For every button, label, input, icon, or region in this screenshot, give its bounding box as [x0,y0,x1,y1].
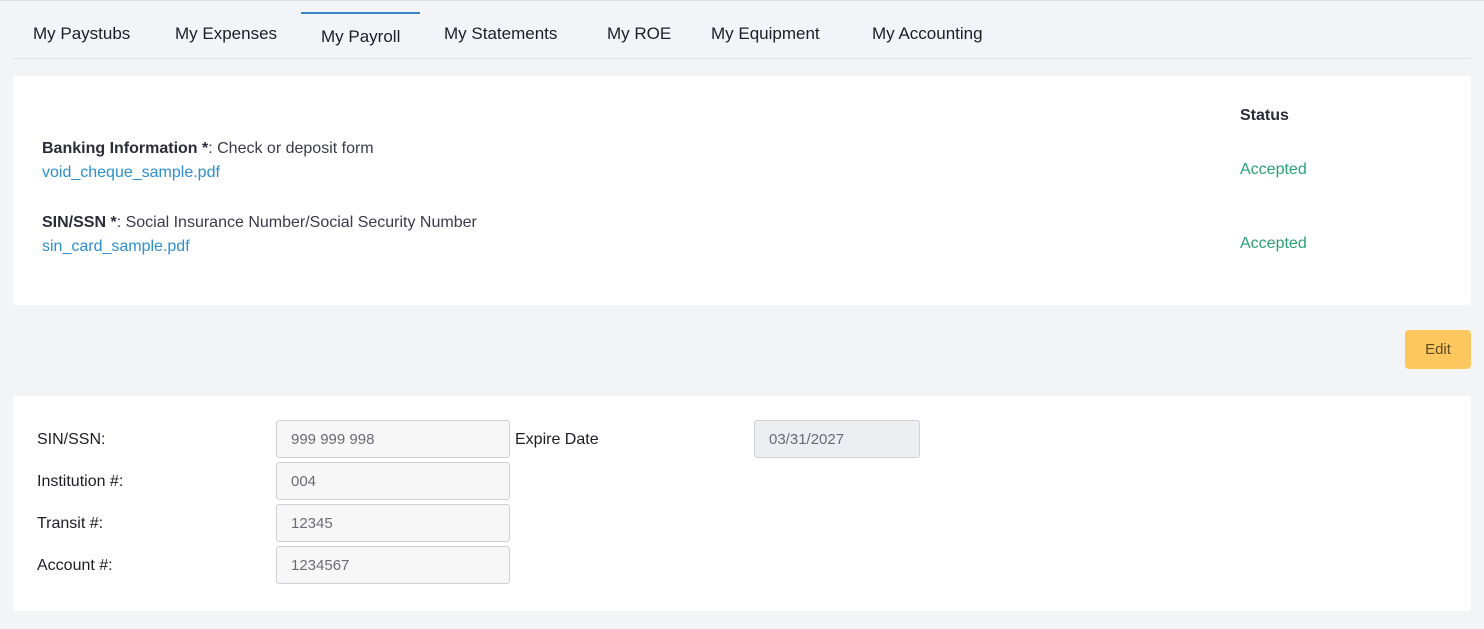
transit-input[interactable] [276,504,510,542]
tab-my-equipment[interactable]: My Equipment [711,12,820,58]
status-badge: Accepted [1240,161,1307,178]
account-label: Account #: [37,557,113,574]
edit-button[interactable]: Edit [1405,330,1471,369]
document-title: Banking Information *: Check or deposit … [42,140,374,158]
document-description: : Check or deposit form [208,140,374,157]
tab-bar: My Paystubs My Expenses My Payroll My St… [13,1,1471,59]
documents-card: Status Banking Information *: Check or d… [13,76,1471,305]
tab-my-roe[interactable]: My ROE [607,12,671,58]
document-row-sin: SIN/SSN *: Social Insurance Number/Socia… [42,214,477,256]
tab-my-expenses[interactable]: My Expenses [175,12,277,58]
document-row-banking: Banking Information *: Check or deposit … [42,140,374,182]
expire-date-label: Expire Date [515,431,599,448]
document-name: SIN/SSN * [42,214,117,231]
status-badge: Accepted [1240,235,1307,252]
tab-my-payroll[interactable]: My Payroll [301,12,421,58]
banking-form-card: SIN/SSN: Expire Date Institution #: Tran… [13,396,1471,611]
tab-my-accounting[interactable]: My Accounting [872,12,983,58]
document-title: SIN/SSN *: Social Insurance Number/Socia… [42,214,477,232]
document-name: Banking Information * [42,140,209,157]
account-input[interactable] [276,546,510,584]
transit-label: Transit #: [37,515,104,532]
sin-input[interactable] [276,420,510,458]
tab-my-statements[interactable]: My Statements [444,12,557,58]
document-file-link[interactable]: void_cheque_sample.pdf [42,164,374,182]
document-description: : Social Insurance Number/Social Securit… [116,214,477,231]
expire-date-input[interactable] [754,420,920,458]
document-file-link[interactable]: sin_card_sample.pdf [42,238,477,256]
institution-label: Institution #: [37,473,124,490]
institution-input[interactable] [276,462,510,500]
sin-label: SIN/SSN: [37,431,106,448]
status-column-header: Status [1240,107,1289,124]
tab-my-paystubs[interactable]: My Paystubs [33,12,130,58]
